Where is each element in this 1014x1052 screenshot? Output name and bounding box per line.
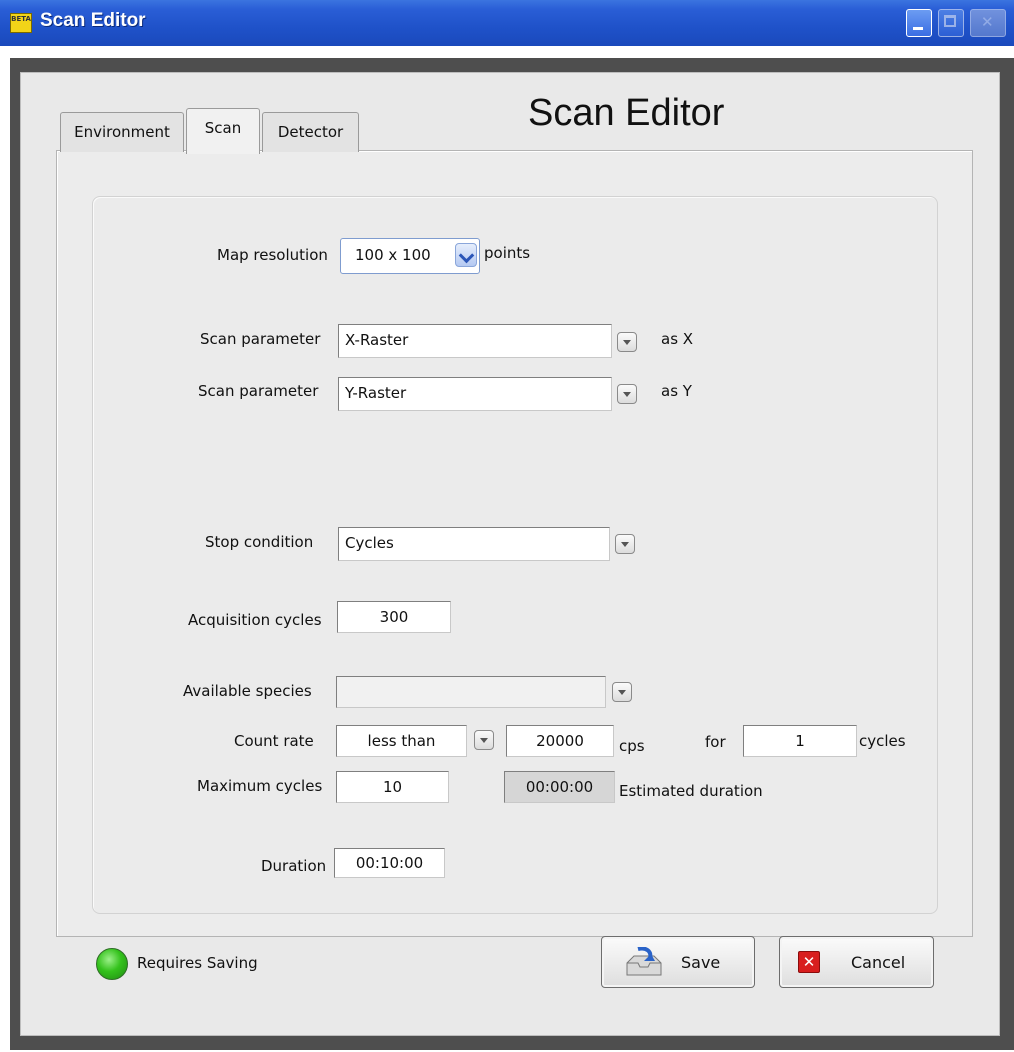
available-species-dropdown[interactable] xyxy=(612,682,632,702)
cancel-button-label: Cancel xyxy=(851,953,906,972)
app-icon: BETA xyxy=(10,13,32,33)
title-bar: BETA Scan Editor xyxy=(0,0,1014,46)
maximum-cycles-label: Maximum cycles xyxy=(197,777,323,795)
scan-parameter-x-field[interactable]: X-Raster xyxy=(338,324,612,358)
save-button-label: Save xyxy=(681,953,721,972)
scan-parameter-y-dropdown[interactable] xyxy=(617,384,637,404)
scan-parameter-y-field[interactable]: Y-Raster xyxy=(338,377,612,411)
cancel-button[interactable]: ✕ Cancel xyxy=(779,936,934,988)
available-species-field[interactable] xyxy=(336,676,606,708)
stop-condition-label: Stop condition xyxy=(205,533,314,551)
scan-parameter-x-dropdown[interactable] xyxy=(617,332,637,352)
estimated-duration-value: 00:00:00 xyxy=(504,771,615,803)
scan-parameter-x-label: Scan parameter xyxy=(200,330,321,348)
page-title: Scan Editor xyxy=(528,92,725,134)
count-rate-comparator[interactable]: less than xyxy=(336,725,467,757)
estimated-duration-label: Estimated duration xyxy=(619,782,763,800)
chevron-down-icon[interactable] xyxy=(455,243,477,267)
scan-parameter-y-suffix: as Y xyxy=(661,382,692,400)
scan-parameter-y-label: Scan parameter xyxy=(198,382,319,400)
map-resolution-value: 100 x 100 xyxy=(355,246,431,264)
count-rate-cycles-input[interactable]: 1 xyxy=(743,725,857,757)
count-rate-input[interactable]: 20000 xyxy=(506,725,614,757)
available-species-label: Available species xyxy=(183,682,312,700)
tab-environment[interactable]: Environment xyxy=(60,112,184,152)
count-rate-unit: cps xyxy=(619,737,645,755)
save-icon xyxy=(626,947,662,976)
map-resolution-select[interactable]: 100 x 100 xyxy=(340,238,480,274)
tab-detector[interactable]: Detector xyxy=(262,112,359,152)
close-icon: ✕ xyxy=(798,951,820,973)
stop-condition-field[interactable]: Cycles xyxy=(338,527,610,561)
minimize-button[interactable] xyxy=(906,9,932,37)
acquisition-cycles-input[interactable]: 300 xyxy=(337,601,451,633)
requires-saving-label: Requires Saving xyxy=(137,954,258,972)
window-title: Scan Editor xyxy=(40,10,146,31)
scan-parameter-x-suffix: as X xyxy=(661,330,694,348)
duration-input[interactable]: 00:10:00 xyxy=(334,848,445,878)
count-rate-comparator-dropdown[interactable] xyxy=(474,730,494,750)
close-button[interactable] xyxy=(970,9,1006,37)
requires-saving-led xyxy=(96,948,128,980)
map-resolution-label: Map resolution xyxy=(217,246,328,264)
count-rate-cycles-unit: cycles xyxy=(859,732,906,750)
map-resolution-unit: points xyxy=(484,244,531,262)
stop-condition-dropdown[interactable] xyxy=(615,534,635,554)
save-button[interactable]: Save xyxy=(601,936,755,988)
count-rate-label: Count rate xyxy=(234,732,314,750)
acquisition-cycles-label: Acquisition cycles xyxy=(188,611,322,629)
count-rate-for-label: for xyxy=(705,733,726,751)
maximize-button[interactable] xyxy=(938,9,964,37)
tab-scan[interactable]: Scan xyxy=(186,108,260,154)
maximum-cycles-input[interactable]: 10 xyxy=(336,771,449,803)
duration-label: Duration xyxy=(261,857,327,875)
